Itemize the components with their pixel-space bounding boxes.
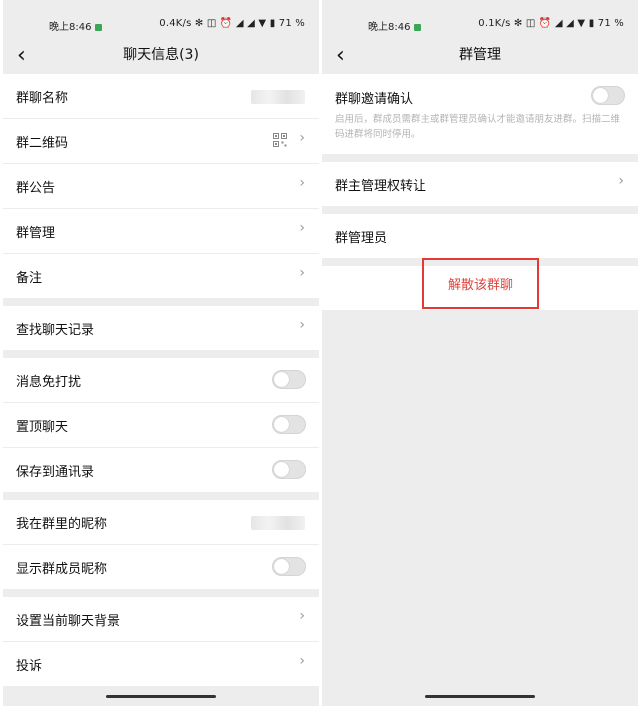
row-label: 保存到通讯录 xyxy=(16,465,95,480)
row-label: 查找聊天记录 xyxy=(16,323,95,338)
redacted-value xyxy=(251,516,305,530)
status-time: 晚上8:46 xyxy=(49,18,103,33)
notification-icon xyxy=(95,24,103,31)
settings-row[interactable]: 保存到通讯录 xyxy=(3,448,319,492)
home-indicator[interactable] xyxy=(106,695,216,698)
notification-icon xyxy=(414,24,422,31)
settings-group: 消息免打扰置顶聊天保存到通讯录 xyxy=(3,358,319,492)
chat-info-screen: 晚上8:46 0.4K/s ✻ ◫ ⏰ ◢ ◢ ▼ ▮ 71 % ‹ 聊天信息(… xyxy=(3,0,319,706)
settings-group: 我在群里的昵称 显示群成员昵称 xyxy=(3,500,319,589)
dissolve-group-button[interactable]: 解散该群聊 xyxy=(422,258,539,309)
group-management-screen: 晚上8:46 0.1K/s ✻ ◫ ⏰ ◢ ◢ ▼ ▮ 71 % ‹ 群管理 群… xyxy=(322,0,638,706)
home-indicator[interactable] xyxy=(425,695,535,698)
transfer-group: 群主管理权转让 › xyxy=(322,162,638,206)
redacted-value xyxy=(251,90,305,104)
row-label: 消息免打扰 xyxy=(16,375,82,390)
status-indicators: 0.1K/s ✻ ◫ ⏰ ◢ ◢ ▼ ▮ 71 % xyxy=(478,18,624,29)
chevron-right-icon: › xyxy=(299,220,305,236)
status-indicators: 0.4K/s ✻ ◫ ⏰ ◢ ◢ ▼ ▮ 71 % xyxy=(159,18,305,29)
row-label: 备注 xyxy=(16,271,43,286)
row-label: 群管理员 xyxy=(335,231,388,246)
toggle-switch[interactable] xyxy=(272,557,306,576)
group-admins-row[interactable]: 群管理员 xyxy=(322,214,638,258)
settings-row[interactable]: 投诉 › xyxy=(3,642,319,686)
invite-confirm-toggle[interactable] xyxy=(591,86,625,105)
settings-list: 群聊名称群二维码 › 群公告 › 群管理 › 备注 › 查找聊天记录 › 消息免打扰置顶聊天保存到通… xyxy=(3,74,319,686)
settings-row[interactable]: 我在群里的昵称 xyxy=(3,500,319,545)
row-label: 投诉 xyxy=(16,659,43,674)
status-bar: 晚上8:46 0.4K/s ✻ ◫ ⏰ ◢ ◢ ▼ ▮ 71 % xyxy=(3,0,319,40)
chevron-right-icon: › xyxy=(299,265,305,281)
toggle-knob xyxy=(274,559,289,574)
row-label: 设置当前聊天背景 xyxy=(16,614,121,629)
row-label: 置顶聊天 xyxy=(16,420,69,435)
toggle-switch[interactable] xyxy=(272,460,306,479)
settings-row[interactable]: 群公告 › xyxy=(3,164,319,209)
toggle-knob xyxy=(274,417,289,432)
invite-confirm-label: 群聊邀请确认 xyxy=(335,92,414,107)
settings-row[interactable]: 查找聊天记录 › xyxy=(3,306,319,350)
settings-row[interactable]: 群二维码 › xyxy=(3,119,319,164)
toggle-knob xyxy=(593,88,608,103)
settings-row[interactable]: 群管理 › xyxy=(3,209,319,254)
settings-row[interactable]: 群聊名称 xyxy=(3,74,319,119)
status-time: 晚上8:46 xyxy=(368,18,422,33)
invite-confirm-setting: 群聊邀请确认 启用后，群成员需群主或群管理员确认才能邀请朋友进群。扫描二维码进群… xyxy=(322,74,638,154)
nav-bar: ‹ 群管理 xyxy=(322,40,638,74)
chevron-right-icon: › xyxy=(299,653,305,669)
settings-group: 设置当前聊天背景 › 投诉 › xyxy=(3,597,319,686)
row-label: 群主管理权转让 xyxy=(335,179,427,194)
settings-row[interactable]: 设置当前聊天背景 › xyxy=(3,597,319,642)
row-label: 显示群成员昵称 xyxy=(16,562,108,577)
chevron-right-icon: › xyxy=(299,317,305,333)
settings-row[interactable]: 置顶聊天 xyxy=(3,403,319,448)
settings-group: 群聊名称群二维码 › 群公告 › 群管理 › 备注 › xyxy=(3,74,319,298)
chevron-right-icon: › xyxy=(299,175,305,191)
page-title: 群管理 xyxy=(459,47,501,63)
settings-row[interactable]: 显示群成员昵称 xyxy=(3,545,319,589)
chevron-right-icon: › xyxy=(299,608,305,624)
admins-group: 群管理员 xyxy=(322,214,638,258)
settings-row[interactable]: 备注 › xyxy=(3,254,319,298)
dissolve-section: 解散该群聊 xyxy=(322,258,638,310)
row-label: 我在群里的昵称 xyxy=(16,517,108,532)
settings-group: 查找聊天记录 › xyxy=(3,306,319,350)
status-bar: 晚上8:46 0.1K/s ✻ ◫ ⏰ ◢ ◢ ▼ ▮ 71 % xyxy=(322,0,638,40)
row-label: 群二维码 xyxy=(16,136,69,151)
row-label: 群公告 xyxy=(16,181,56,196)
row-label: 群管理 xyxy=(16,226,56,241)
invite-confirm-description: 启用后，群成员需群主或群管理员确认才能邀请朋友进群。扫描二维码进群将同时停用。 xyxy=(335,114,621,140)
page-title: 聊天信息(3) xyxy=(123,47,199,63)
nav-bar: ‹ 聊天信息(3) xyxy=(3,40,319,74)
toggle-switch[interactable] xyxy=(272,370,306,389)
chevron-right-icon: › xyxy=(299,130,305,146)
toggle-knob xyxy=(274,372,289,387)
settings-row[interactable]: 消息免打扰 xyxy=(3,358,319,403)
row-label: 群聊名称 xyxy=(16,91,69,106)
toggle-knob xyxy=(274,462,289,477)
chevron-right-icon: › xyxy=(618,173,624,189)
transfer-ownership-row[interactable]: 群主管理权转让 › xyxy=(322,162,638,206)
toggle-switch[interactable] xyxy=(272,415,306,434)
qr-code-icon xyxy=(273,133,287,147)
